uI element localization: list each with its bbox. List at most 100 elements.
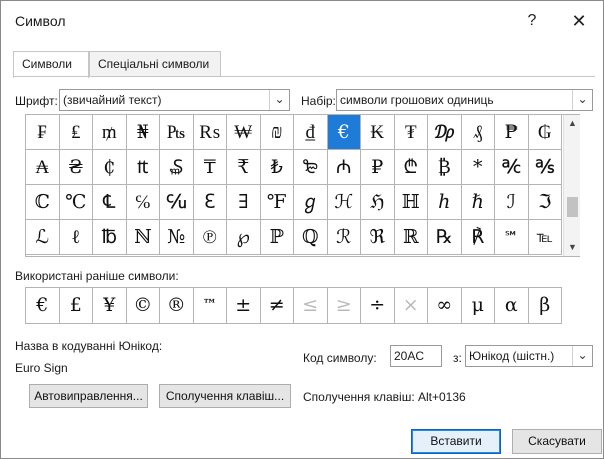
symbol-cell[interactable]: ℑ bbox=[528, 185, 562, 220]
scroll-up-icon[interactable]: ▲ bbox=[564, 115, 581, 132]
symbol-cell[interactable]: ₯ bbox=[428, 115, 462, 150]
insert-button[interactable]: Вставити bbox=[411, 429, 501, 454]
recent-symbol-cell[interactable]: ™ bbox=[193, 288, 227, 324]
recent-symbol-cell[interactable]: ¥ bbox=[93, 288, 127, 324]
symbol-cell[interactable]: ℓ bbox=[59, 220, 93, 255]
symbol-cell[interactable]: ℙ bbox=[260, 220, 294, 255]
symbol-cell[interactable]: ₷ bbox=[160, 150, 194, 185]
symbol-cell[interactable]: ₹ bbox=[227, 150, 261, 185]
recent-symbol-cell[interactable]: ≠ bbox=[260, 288, 294, 324]
recent-symbol-cell[interactable]: β bbox=[528, 288, 562, 324]
symbol-cell[interactable]: ℟ bbox=[461, 220, 495, 255]
symbol-cell[interactable]: ℆ bbox=[160, 185, 194, 220]
symbol-cell[interactable]: ℛ bbox=[327, 220, 361, 255]
chevron-down-icon[interactable]: ⌄ bbox=[269, 90, 289, 110]
symbol-cell[interactable]: ₤ bbox=[59, 115, 93, 150]
symbol-cell[interactable]: ₶ bbox=[126, 150, 160, 185]
symbol-cell[interactable]: ₳ bbox=[26, 150, 60, 185]
scroll-down-icon[interactable]: ▼ bbox=[564, 239, 581, 256]
tab-special-characters[interactable]: Спеціальні символи bbox=[89, 51, 221, 77]
symbol-cell[interactable]: ℕ bbox=[126, 220, 160, 255]
symbol-cell[interactable]: ℠ bbox=[495, 220, 529, 255]
chevron-down-icon[interactable]: ⌄ bbox=[572, 90, 592, 110]
symbol-cell[interactable]: ℝ bbox=[394, 220, 428, 255]
symbol-cell[interactable]: № bbox=[160, 220, 194, 255]
symbol-cell[interactable]: ℅ bbox=[126, 185, 160, 220]
symbol-cell[interactable]: ℐ bbox=[495, 185, 529, 220]
recent-symbol-cell[interactable]: € bbox=[26, 288, 60, 324]
recent-symbol-cell[interactable]: α bbox=[495, 288, 529, 324]
recent-symbol-cell[interactable]: × bbox=[394, 288, 428, 324]
recent-symbol-cell[interactable]: ÷ bbox=[361, 288, 395, 324]
symbol-cell[interactable]: ₽ bbox=[361, 150, 395, 185]
symbol-cell[interactable]: ℍ bbox=[394, 185, 428, 220]
recent-symbol-cell[interactable]: ± bbox=[227, 288, 261, 324]
help-button[interactable]: ? bbox=[516, 7, 548, 35]
symbol-cell[interactable]: ₥ bbox=[93, 115, 127, 150]
symbol-cell[interactable]: ₪ bbox=[260, 115, 294, 150]
symbol-cell[interactable]: ℃ bbox=[59, 185, 93, 220]
symbol-cell[interactable]: ℚ bbox=[294, 220, 328, 255]
subset-select[interactable]: символи грошових одиниць ⌄ bbox=[336, 89, 593, 111]
symbol-cell[interactable]: ₾ bbox=[394, 150, 428, 185]
symbol-cell[interactable]: ℇ bbox=[193, 185, 227, 220]
character-code-input[interactable]: 20AC bbox=[390, 345, 442, 367]
symbol-cell[interactable]: * bbox=[461, 150, 495, 185]
recent-symbol-cell[interactable]: μ bbox=[461, 288, 495, 324]
symbol-cell[interactable]: ℌ bbox=[361, 185, 395, 220]
symbol-cell[interactable]: ₴ bbox=[59, 150, 93, 185]
recent-symbol-cell[interactable]: © bbox=[126, 288, 160, 324]
autocorrect-button[interactable]: Автовиправлення... bbox=[29, 384, 148, 408]
symbol-cell[interactable]: ₦ bbox=[126, 115, 160, 150]
symbol-cell[interactable]: ℄ bbox=[93, 185, 127, 220]
font-select[interactable]: (звичайний текст) ⌄ bbox=[59, 89, 290, 111]
symbol-cell[interactable]: ₫ bbox=[294, 115, 328, 150]
symbol-cell[interactable]: ₮ bbox=[394, 115, 428, 150]
symbol-cell[interactable]: € bbox=[327, 115, 361, 150]
recent-symbol-cell[interactable]: ≥ bbox=[327, 288, 361, 324]
symbol-cell[interactable]: ₩ bbox=[227, 115, 261, 150]
close-button[interactable]: ✕ bbox=[563, 7, 595, 35]
symbol-cell[interactable]: ₸ bbox=[193, 150, 227, 185]
recent-symbol-cell[interactable]: ® bbox=[160, 288, 194, 324]
recent-symbol-cell[interactable]: £ bbox=[59, 288, 93, 324]
symbol-cell[interactable]: ℊ bbox=[294, 185, 328, 220]
symbol-cell[interactable]: ℜ bbox=[361, 220, 395, 255]
symbol-cell[interactable]: ₨ bbox=[193, 115, 227, 150]
recent-symbol-cell[interactable]: ≤ bbox=[294, 288, 328, 324]
symbol-cell[interactable]: ℗ bbox=[193, 220, 227, 255]
from-select[interactable]: Юнікод (шістн.) ⌄ bbox=[465, 345, 593, 367]
symbol-cell[interactable]: ℎ bbox=[428, 185, 462, 220]
symbol-cell[interactable]: ₼ bbox=[327, 150, 361, 185]
symbol-cell[interactable]: ₻ bbox=[294, 150, 328, 185]
shortcut-key-button[interactable]: Сполучення клавіш... bbox=[159, 384, 291, 408]
symbol-cell[interactable]: ∃ bbox=[227, 185, 261, 220]
symbol-cell[interactable]: ₱ bbox=[495, 115, 529, 150]
tab-symbols[interactable]: Символи bbox=[13, 51, 89, 78]
symbol-cell[interactable]: ₭ bbox=[361, 115, 395, 150]
symbol-cell[interactable]: ℔ bbox=[93, 220, 127, 255]
symbol-cell[interactable]: ₿ bbox=[428, 150, 462, 185]
symbol-cell[interactable]: ℒ bbox=[26, 220, 60, 255]
recent-symbol-cell[interactable]: ∞ bbox=[428, 288, 462, 324]
symbol-cell[interactable]: ₺ bbox=[260, 150, 294, 185]
symbol-grid-scrollbar[interactable]: ▲ ▼ bbox=[563, 115, 580, 256]
symbol-cell[interactable]: ℁ bbox=[528, 150, 562, 185]
symbol-cell[interactable]: ℡ bbox=[528, 220, 562, 255]
symbol-cell[interactable]: ℀ bbox=[495, 150, 529, 185]
chevron-down-icon[interactable]: ⌄ bbox=[572, 346, 592, 366]
symbol-cell[interactable]: ₣ bbox=[26, 115, 60, 150]
dialog-title: Символ bbox=[15, 13, 66, 29]
symbol-cell[interactable]: ℉ bbox=[260, 185, 294, 220]
cancel-button[interactable]: Скасувати bbox=[512, 429, 602, 454]
symbol-cell[interactable]: ₲ bbox=[528, 115, 562, 150]
symbol-cell[interactable]: ℂ bbox=[26, 185, 60, 220]
symbol-cell[interactable]: ℞ bbox=[428, 220, 462, 255]
symbol-cell[interactable]: ℘ bbox=[227, 220, 261, 255]
symbol-cell[interactable]: ℋ bbox=[327, 185, 361, 220]
symbol-cell[interactable]: ℏ bbox=[461, 185, 495, 220]
symbol-cell[interactable]: ₧ bbox=[160, 115, 194, 150]
scrollbar-thumb[interactable] bbox=[567, 197, 578, 217]
symbol-cell[interactable]: ₵ bbox=[93, 150, 127, 185]
symbol-cell[interactable]: ₰ bbox=[461, 115, 495, 150]
